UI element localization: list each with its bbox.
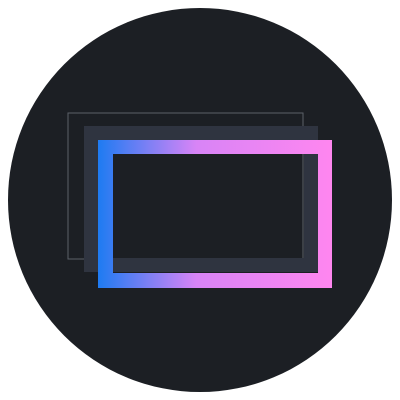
app-icon-canvas [0,0,400,400]
screen-frames-app-icon [8,8,392,392]
circle-background [8,8,392,392]
